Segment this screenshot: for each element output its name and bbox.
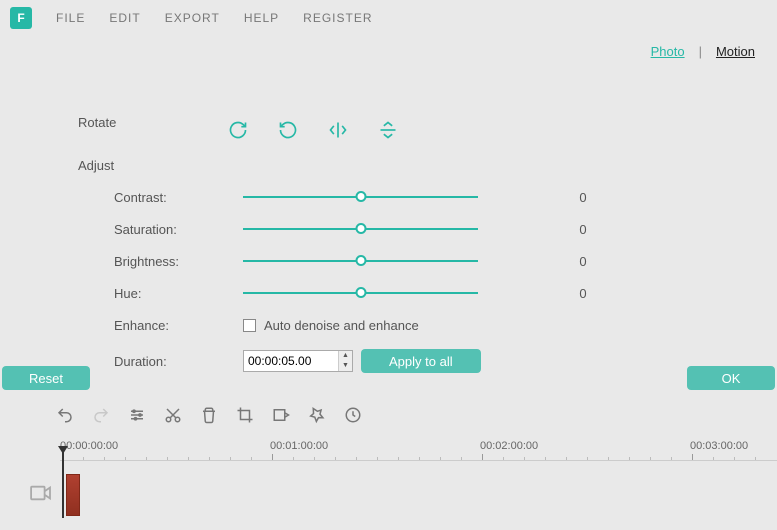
crop-icon[interactable]: [236, 406, 254, 424]
enhance-checkbox[interactable]: [243, 319, 256, 332]
ruler-label-0: 00:00:00:00: [60, 440, 118, 452]
ruler-label-1: 00:01:00:00: [270, 440, 328, 452]
pin-icon[interactable]: [308, 406, 326, 424]
playhead[interactable]: [62, 452, 64, 518]
mode-tabs: Photo | Motion: [651, 44, 755, 59]
timeline-toolbar: [56, 406, 362, 424]
hue-slider[interactable]: [243, 286, 478, 300]
cut-icon[interactable]: [164, 406, 182, 424]
rotate-ccw-icon[interactable]: [278, 120, 298, 140]
brightness-value: 0: [518, 254, 648, 269]
menu-export[interactable]: EXPORT: [155, 7, 230, 29]
flip-vertical-icon[interactable]: [378, 120, 398, 140]
menu-file[interactable]: FILE: [46, 7, 95, 29]
menu-register[interactable]: REGISTER: [293, 7, 382, 29]
contrast-value: 0: [518, 190, 648, 205]
timeline-ruler[interactable]: 00:00:00:00 00:01:00:00 00:02:00:00 00:0…: [60, 438, 777, 468]
hue-label: Hue:: [78, 286, 243, 301]
reset-button[interactable]: Reset: [2, 366, 90, 390]
adjust-panel: Rotate Adjust Contrast: 0 Saturation: 0 …: [0, 36, 777, 379]
ok-button[interactable]: OK: [687, 366, 775, 390]
rotate-cw-icon[interactable]: [228, 120, 248, 140]
enhance-label: Enhance:: [78, 318, 243, 333]
hue-value: 0: [518, 286, 648, 301]
adjust-label: Adjust: [78, 158, 777, 173]
contrast-slider[interactable]: [243, 190, 478, 204]
ruler-label-3: 00:03:00:00: [690, 440, 748, 452]
menubar: F FILE EDIT EXPORT HELP REGISTER: [0, 0, 777, 36]
export-clip-icon[interactable]: [272, 406, 290, 424]
redo-icon[interactable]: [92, 406, 110, 424]
saturation-value: 0: [518, 222, 648, 237]
rotate-label: Rotate: [78, 115, 228, 130]
video-clip[interactable]: [66, 474, 80, 516]
brightness-slider[interactable]: [243, 254, 478, 268]
flip-horizontal-icon[interactable]: [328, 120, 348, 140]
contrast-label: Contrast:: [78, 190, 243, 205]
app-logo: F: [10, 7, 32, 29]
edit-icon[interactable]: [128, 406, 146, 424]
undo-icon[interactable]: [56, 406, 74, 424]
menu-edit[interactable]: EDIT: [99, 7, 150, 29]
delete-icon[interactable]: [200, 406, 218, 424]
clock-icon[interactable]: [344, 406, 362, 424]
ruler-label-2: 00:02:00:00: [480, 440, 538, 452]
tab-motion[interactable]: Motion: [716, 44, 755, 59]
tab-photo[interactable]: Photo: [651, 44, 685, 59]
brightness-label: Brightness:: [78, 254, 243, 269]
timeline-track[interactable]: [0, 470, 777, 520]
tab-separator: |: [699, 44, 702, 59]
video-track-icon: [30, 484, 52, 502]
duration-step-up[interactable]: ▲: [338, 351, 352, 361]
saturation-slider[interactable]: [243, 222, 478, 236]
enhance-checkbox-text: Auto denoise and enhance: [264, 318, 419, 333]
menu-help[interactable]: HELP: [234, 7, 289, 29]
saturation-label: Saturation:: [78, 222, 243, 237]
